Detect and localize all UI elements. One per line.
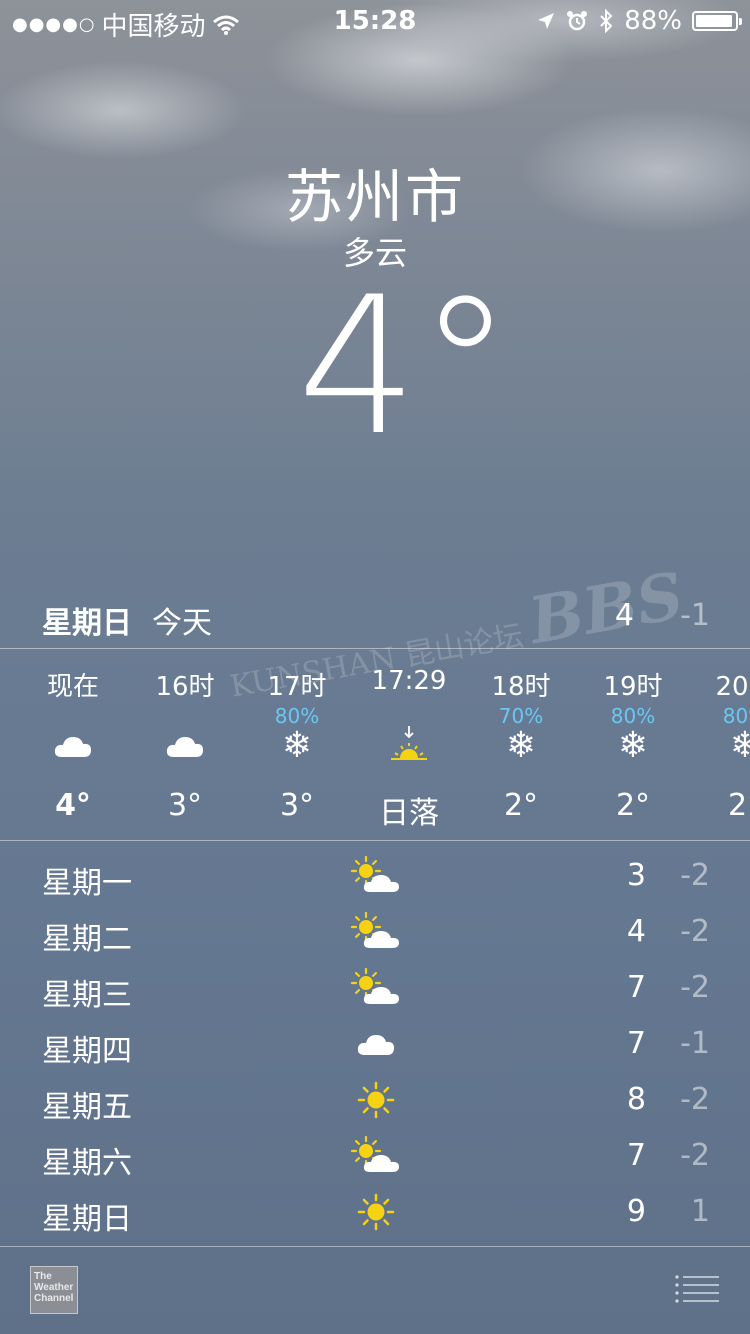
today-high: 4 xyxy=(614,598,634,633)
weather-channel-logo[interactable]: The Weather Channel xyxy=(30,1266,78,1314)
hour-time: 16时 xyxy=(155,672,215,702)
day-name: 星期四 xyxy=(42,1034,132,1069)
daily-row: 星期五 8 -2 xyxy=(0,1072,750,1128)
day-icon xyxy=(350,912,402,952)
battery-icon xyxy=(692,11,742,31)
snow-icon: ❄ xyxy=(729,725,750,766)
snow-icon: ❄ xyxy=(617,725,649,766)
today-summary: 星期日 今天 4 -1 xyxy=(42,598,710,644)
partly-cloudy-icon xyxy=(350,856,399,892)
divider-middle xyxy=(0,840,750,841)
day-name: 星期三 xyxy=(42,978,132,1013)
hour-time: 现在 xyxy=(46,672,99,702)
city-name: 苏州市 xyxy=(284,163,465,231)
partly-cloudy-icon xyxy=(350,968,399,1004)
cloud-icon xyxy=(357,1035,394,1055)
hourly-item: 16时 3° xyxy=(130,650,240,840)
hour-time: 18时 xyxy=(491,672,551,702)
hour-temp: 2° xyxy=(503,788,539,823)
day-low: -2 xyxy=(680,858,710,893)
battery-percent: 88% xyxy=(624,6,682,36)
hour-time: 19时 xyxy=(603,672,663,702)
divider-bottom xyxy=(0,1246,750,1247)
hour-temp: 3° xyxy=(167,788,203,823)
day-icon xyxy=(350,1024,402,1064)
today-low: -1 xyxy=(680,598,710,633)
partly-cloudy-icon xyxy=(350,912,399,948)
daily-row: 星期三 7 -2 xyxy=(0,960,750,1016)
today-day: 星期日 xyxy=(42,606,132,641)
cloud-icon xyxy=(166,737,203,757)
snow-icon: ❄ xyxy=(505,725,537,766)
hourly-item: 现在 4° xyxy=(18,650,128,840)
hourly-item: 19时 80% ❄ 2° xyxy=(578,650,688,840)
daily-row: 星期四 7 -1 xyxy=(0,1016,750,1072)
hour-temp: 4° xyxy=(55,788,91,823)
hourly-item: 18时 70% ❄ 2° xyxy=(466,650,576,840)
bluetooth-icon xyxy=(600,9,613,33)
divider-top xyxy=(0,648,750,649)
hourly-item: 17:29 日落 xyxy=(354,650,464,840)
status-bar: ●●●●○ 中国移动 15:28 88% xyxy=(0,0,750,42)
partly-cloudy-icon xyxy=(350,1136,399,1172)
day-high: 3 xyxy=(626,858,646,893)
daily-row: 星期二 4 -2 xyxy=(0,904,750,960)
hour-temp: 日落 xyxy=(379,796,439,831)
day-icon xyxy=(350,1136,402,1176)
hour-icon: ❄ xyxy=(242,726,352,766)
daily-row: 星期六 7 -2 xyxy=(0,1128,750,1184)
status-right: 88% xyxy=(536,6,742,36)
hourly-item: 20时80%❄2° xyxy=(690,650,750,840)
day-icon xyxy=(350,856,402,896)
hour-temp: 3° xyxy=(279,788,315,823)
snow-icon: ❄ xyxy=(281,725,313,766)
hour-icon: ❄ xyxy=(578,726,688,766)
hour-time: 20时 xyxy=(715,672,750,702)
day-icon xyxy=(350,1080,402,1120)
location-arrow-icon xyxy=(538,13,555,29)
day-low: -2 xyxy=(680,1138,710,1173)
day-name: 星期一 xyxy=(42,866,132,901)
day-high: 4 xyxy=(626,914,646,949)
day-name: 星期六 xyxy=(42,1146,132,1181)
day-low: -2 xyxy=(680,1082,710,1117)
day-low: 1 xyxy=(690,1194,710,1229)
sun-icon xyxy=(357,1081,395,1119)
hour-icon: ❄ xyxy=(466,726,576,766)
alarm-icon xyxy=(567,11,588,31)
day-icon xyxy=(350,1192,402,1232)
daily-row: 星期日 9 1 xyxy=(0,1184,750,1240)
day-icon xyxy=(350,968,402,1008)
cloud-icon xyxy=(54,737,91,757)
day-low: -2 xyxy=(680,914,710,949)
daily-forecast: 星期一 3 -2 星期二 4 -2 星期三 7 -2 星期四 7 -1 星期五 8 -2 星期六 7 -2 星期日 9… xyxy=(0,848,750,1240)
day-low: -2 xyxy=(680,970,710,1005)
day-high: 7 xyxy=(626,1026,646,1061)
day-high: 7 xyxy=(626,1138,646,1173)
day-name: 星期二 xyxy=(42,922,132,957)
day-name: 星期五 xyxy=(42,1090,132,1125)
sun-icon xyxy=(357,1193,395,1231)
hour-icon: ❄ xyxy=(690,726,750,766)
hour-time: 17时 xyxy=(267,672,327,702)
day-high: 7 xyxy=(626,970,646,1005)
day-high: 9 xyxy=(626,1194,646,1229)
day-high: 8 xyxy=(626,1082,646,1117)
hour-icon xyxy=(354,726,464,766)
hour-icon xyxy=(130,726,240,766)
daily-row: 星期一 3 -2 xyxy=(0,848,750,904)
city-list-icon[interactable] xyxy=(674,1274,720,1304)
hourly-forecast[interactable]: 现在 4° 16时 3° 17时 80% ❄ 3° 17:29 日落 18时 70% ❄ 2° 19时 80%… xyxy=(0,650,750,840)
sunset-icon xyxy=(391,726,427,760)
hour-time: 17:29 xyxy=(371,666,447,696)
today-label: 今天 xyxy=(152,606,212,641)
hour-temp: 2° xyxy=(727,788,750,823)
day-low: -1 xyxy=(680,1026,710,1061)
hourly-item: 17时 80% ❄ 3° xyxy=(242,650,352,840)
day-name: 星期日 xyxy=(42,1202,132,1237)
current-temperature: 4° xyxy=(297,256,513,477)
hour-temp: 2° xyxy=(615,788,651,823)
hour-icon xyxy=(18,726,128,766)
